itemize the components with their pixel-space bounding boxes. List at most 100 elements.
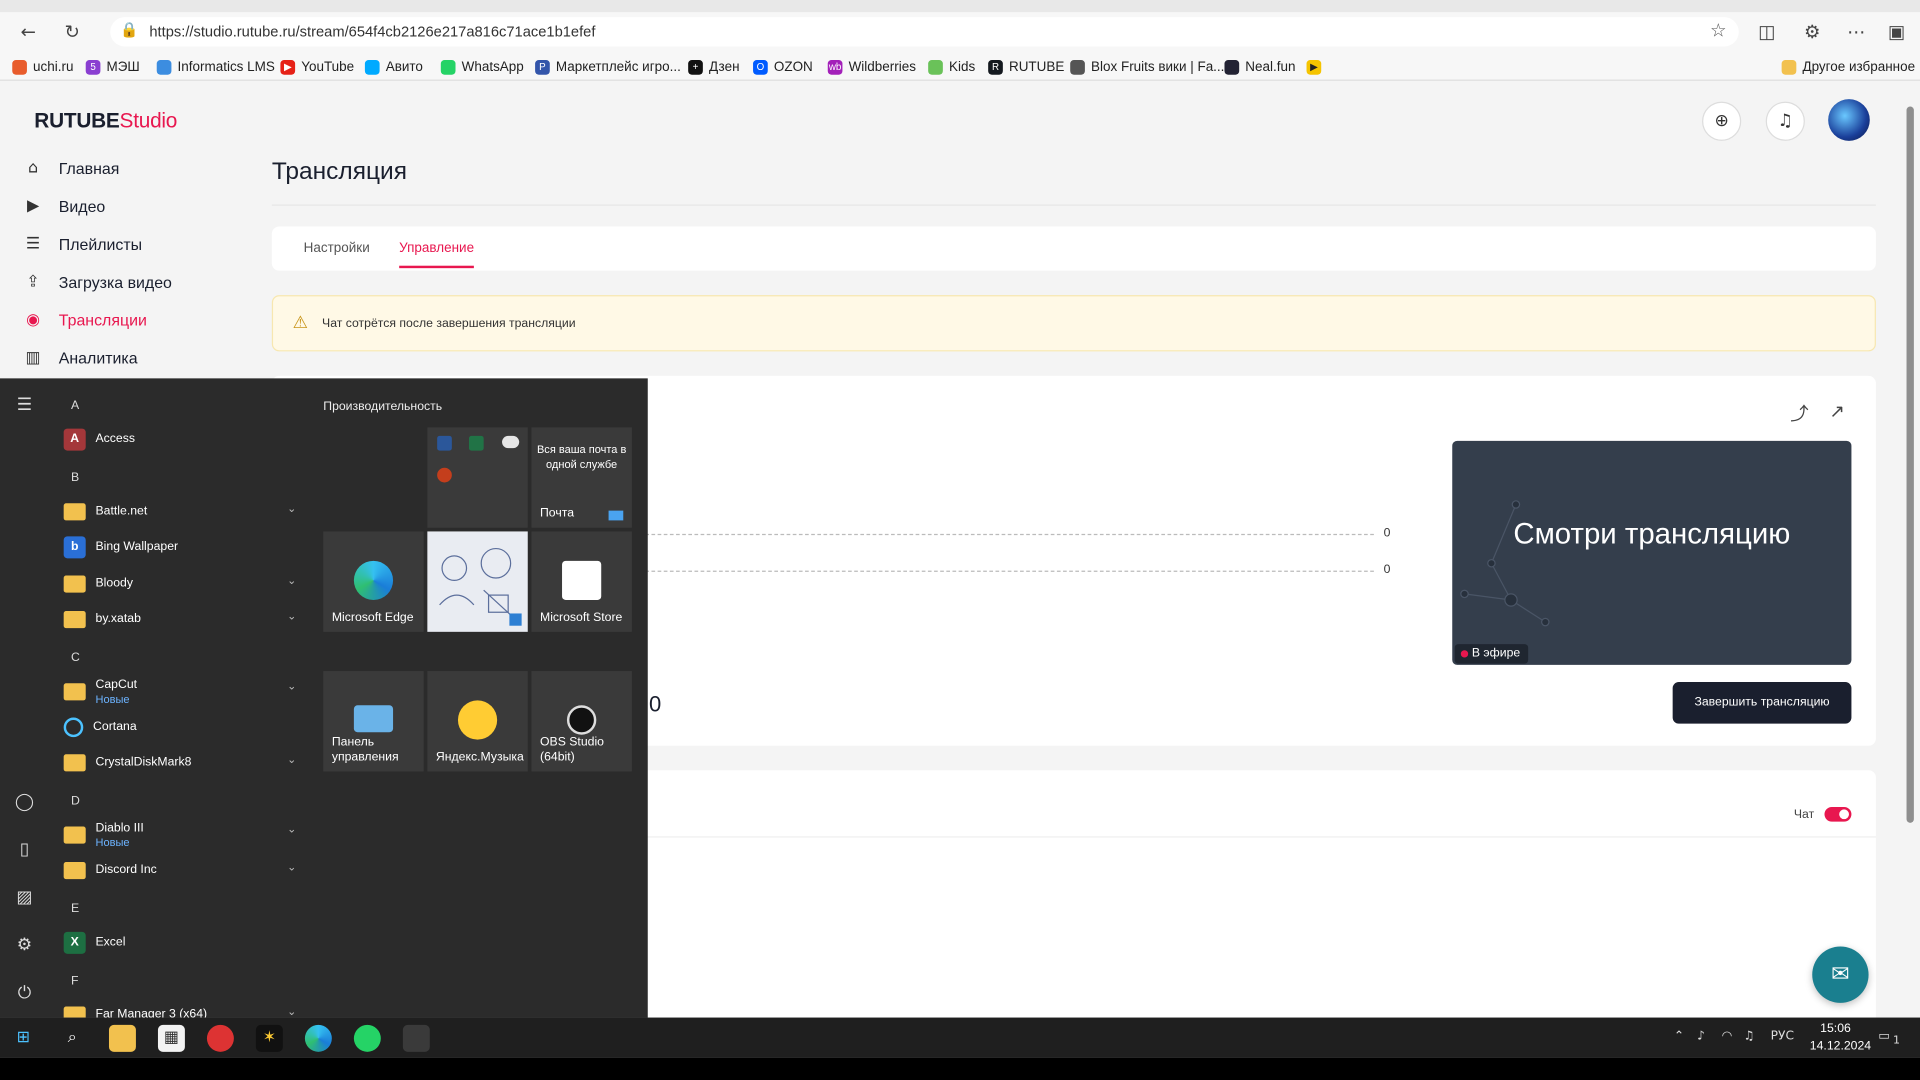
nav-item-analytics[interactable]: ▥ Аналитика — [22, 344, 138, 371]
bookmark-youtube[interactable]: ▶ YouTube — [280, 58, 354, 78]
tab-settings[interactable]: Настройки — [304, 241, 370, 256]
bookmark-rutube[interactable]: R RUTUBE — [988, 58, 1064, 78]
clock[interactable]: 15:06 14.12.2024 — [1810, 1021, 1871, 1055]
power-icon[interactable]: ⏻ — [12, 983, 36, 1003]
app-icon-red[interactable] — [206, 1024, 234, 1052]
bookmark-marketplace[interactable]: P Маркетплейс игро... — [535, 58, 681, 78]
support-chat-button[interactable]: ✉ — [1812, 946, 1869, 1003]
stat-value-1: 0 — [1383, 526, 1391, 541]
pictures-icon[interactable]: ▨ — [12, 888, 36, 908]
whatsapp-taskbar-icon[interactable] — [353, 1024, 381, 1052]
control-panel-tile[interactable]: Панель управления — [323, 671, 424, 772]
letter-header-f[interactable]: F — [71, 975, 78, 988]
folder-icon — [63, 503, 86, 521]
office-apps-tile[interactable] — [427, 427, 528, 528]
app-excel[interactable]: X Excel — [63, 928, 309, 957]
mail-tile[interactable]: Вся ваша почта в одной службе Почта — [531, 427, 632, 528]
back-icon[interactable]: ← — [15, 18, 42, 45]
app-byxatab[interactable]: by.xatab ⌄ — [63, 605, 309, 634]
chat-toggle[interactable] — [1824, 806, 1852, 822]
letter-header-b[interactable]: B — [71, 471, 79, 484]
tab-management[interactable]: Управление — [399, 241, 475, 269]
bookmark-kids[interactable]: Kids — [928, 58, 975, 78]
microsoft-edge-tile[interactable]: Microsoft Edge — [323, 531, 424, 632]
page-scrollbar[interactable] — [1901, 82, 1920, 1016]
bookmark-ozon[interactable]: O OZON — [753, 58, 813, 78]
bookmark-whatsapp[interactable]: WhatsApp — [440, 58, 524, 78]
share-icon[interactable]: ⤴ — [1790, 400, 1808, 426]
yandex-music-tile[interactable]: Яндекс.Музыка — [427, 671, 528, 772]
app-battlenet[interactable]: Battle.net ⌄ — [63, 497, 309, 526]
bookmark-mesh[interactable]: 5 МЭШ — [85, 58, 140, 78]
more-menu-icon[interactable]: ⋯ — [1843, 18, 1870, 45]
letter-header-a[interactable]: A — [71, 399, 79, 412]
app-far-manager[interactable]: Far Manager 3 (x64) ⌄ — [63, 1000, 309, 1018]
nav-item-upload[interactable]: ⇪ Загрузка видео — [22, 268, 172, 295]
refresh-icon[interactable]: ↻ — [59, 18, 86, 45]
split-screen-icon[interactable]: ◫ — [1753, 18, 1780, 45]
nav-item-playlists[interactable]: ☰ Плейлисты — [22, 230, 142, 257]
app-list[interactable]: A A Access B Battle.net ⌄ b Bing Wallpaper … — [49, 378, 312, 1018]
store-icon[interactable]: ▦ — [157, 1024, 185, 1052]
stream-preview[interactable]: Смотри трансляцию В эфире — [1452, 440, 1852, 665]
hamburger-menu-icon[interactable]: ☰ — [12, 396, 36, 416]
documents-icon[interactable]: ▯ — [12, 840, 36, 860]
bookmark-avito[interactable]: Авито — [364, 58, 423, 78]
store-bag-icon — [562, 560, 602, 601]
language-indicator[interactable]: РУС — [1771, 1030, 1794, 1043]
photos-tile[interactable] — [427, 531, 528, 632]
bookmark-bloxfruits[interactable]: Blox Fruits вики | Fa... — [1070, 58, 1224, 78]
obs-studio-tile[interactable]: OBS Studio (64bit) — [531, 671, 632, 772]
scrollbar-thumb[interactable] — [1906, 106, 1914, 823]
folder-icon — [63, 754, 86, 772]
microphone-icon[interactable]: ♪ — [1697, 1030, 1705, 1043]
app-cortana[interactable]: Cortana — [63, 713, 309, 742]
microsoft-store-tile[interactable]: Microsoft Store — [531, 531, 632, 632]
bookmark-uchi[interactable]: uchi.ru — [12, 58, 74, 78]
file-explorer-icon[interactable] — [108, 1024, 136, 1052]
bookmark-wildberries[interactable]: wb Wildberries — [827, 58, 916, 78]
bookmark-play-icon[interactable]: ▶ — [1306, 58, 1322, 78]
notifications-button[interactable]: ♫ — [1765, 101, 1805, 141]
tray-chevron-up-icon[interactable]: ⌃ — [1674, 1030, 1684, 1043]
app-icon-star[interactable]: ✶ — [255, 1024, 283, 1052]
volume-icon[interactable]: ♫ — [1744, 1030, 1755, 1043]
app-diablo3[interactable]: Diablo III Новые ⌄ — [63, 818, 309, 852]
start-button[interactable]: ⊞ — [10, 1025, 37, 1052]
network-icon[interactable]: ◠ — [1722, 1030, 1733, 1043]
nav-item-streams[interactable]: ◉ Трансляции — [22, 306, 147, 333]
sidebar-icon[interactable]: ▣ — [1883, 18, 1910, 45]
favorite-star-icon[interactable]: ☆ — [1710, 20, 1726, 42]
active-app-taskbar-icon[interactable] — [402, 1024, 430, 1052]
open-external-icon[interactable]: ↗ — [1829, 400, 1844, 422]
home-icon: ⌂ — [27, 158, 39, 177]
letter-header-d[interactable]: D — [71, 795, 80, 808]
nav-item-video[interactable]: ▶ Видео — [22, 192, 105, 219]
address-bar[interactable]: 🔒 https://studio.rutube.ru/stream/654f4c… — [110, 17, 1739, 47]
notification-center-icon[interactable]: ▭ — [1878, 1030, 1890, 1043]
user-account-icon[interactable]: ◯ — [12, 792, 36, 812]
edge-taskbar-icon[interactable] — [304, 1024, 332, 1052]
letter-header-e[interactable]: E — [71, 902, 79, 915]
letter-header-c[interactable]: C — [71, 651, 80, 664]
avatar[interactable] — [1828, 99, 1870, 141]
search-icon[interactable]: ⌕ — [59, 1025, 86, 1052]
start-menu: ☰ ◯ ▯ ▨ ⚙ ⏻ A A Access B Battle.net ⌄ b Bin… — [0, 378, 648, 1018]
app-capcut[interactable]: CapCut Новые ⌄ — [63, 675, 309, 709]
bookmark-other-folder[interactable]: Другое избранное — [1781, 58, 1915, 78]
app-bing-wallpaper[interactable]: b Bing Wallpaper — [63, 533, 309, 562]
rutube-studio-logo[interactable]: RUTUBEStudio — [34, 109, 177, 133]
bookmark-informatics[interactable]: Informatics LMS — [156, 58, 275, 78]
app-bloody[interactable]: Bloody ⌄ — [63, 569, 309, 598]
settings-gear-icon[interactable]: ⚙ — [12, 936, 36, 956]
app-access[interactable]: A Access — [63, 425, 309, 454]
bookmark-nealfun[interactable]: Neal.fun — [1224, 58, 1295, 78]
end-stream-button[interactable]: Завершить трансляцию — [1672, 682, 1852, 724]
app-crystaldiskmark[interactable]: CrystalDiskMark8 ⌄ — [63, 748, 309, 777]
bookmark-dzen[interactable]: + Дзен — [688, 58, 740, 78]
nav-item-home[interactable]: ⌂ Главная — [22, 154, 119, 181]
add-video-button[interactable]: ⊕ — [1702, 101, 1742, 141]
extensions-icon[interactable]: ⚙ — [1799, 18, 1826, 45]
app-discord[interactable]: Discord Inc ⌄ — [63, 856, 309, 885]
windows-taskbar: ⊞ ⌕ ▦ ✶ ⌃ ♪ ◠ ♫ РУС 15:06 14.12.2024 ▭ 1 — [0, 1017, 1920, 1058]
